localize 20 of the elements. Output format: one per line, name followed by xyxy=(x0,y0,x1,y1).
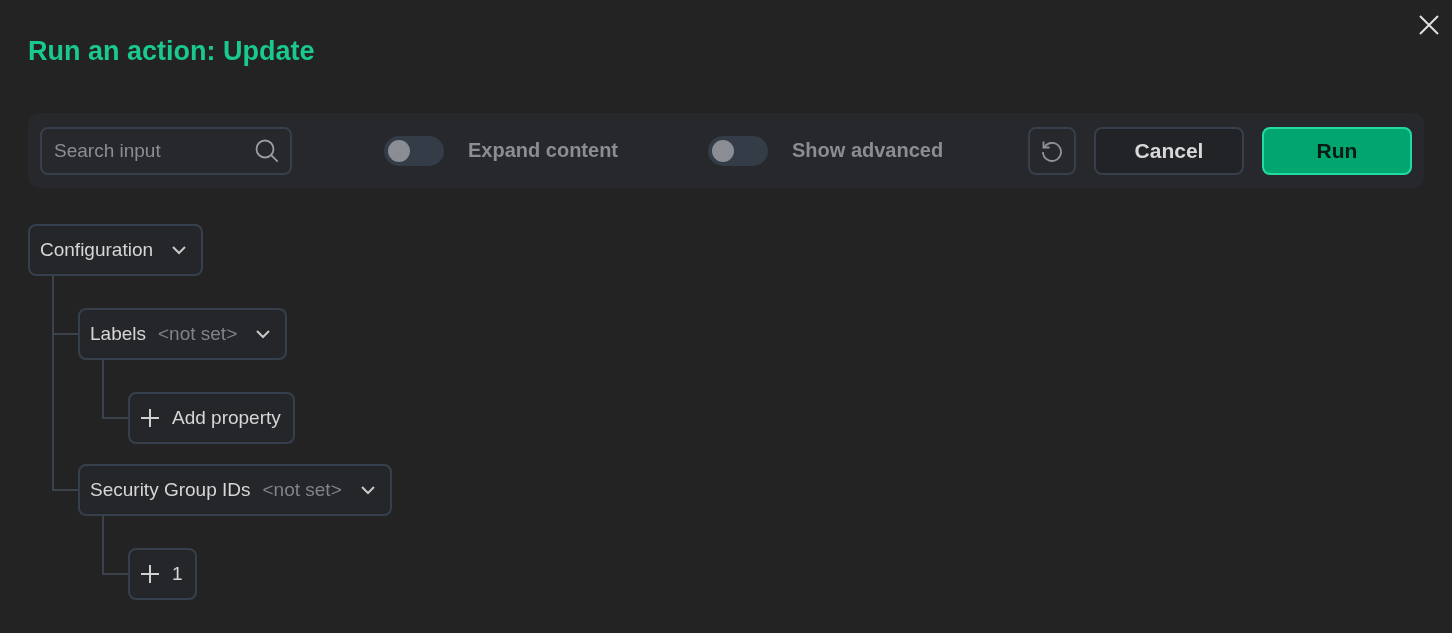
cancel-button[interactable]: Cancel xyxy=(1094,126,1244,175)
tree-node[interactable]: Labels <not set> xyxy=(78,308,288,360)
add-button[interactable]: Add property xyxy=(128,392,295,444)
toggle-switch[interactable] xyxy=(384,135,444,166)
reset-button[interactable] xyxy=(1028,126,1076,175)
node-value: <not set> xyxy=(262,479,342,501)
plus-icon xyxy=(140,408,160,428)
dialog-title: Run an action: Update xyxy=(28,36,315,67)
toggle-label: Expand content xyxy=(468,139,618,162)
node-value: <not set> xyxy=(158,323,238,345)
run-button[interactable]: Run xyxy=(1262,126,1412,175)
toggle-label: Show advanced xyxy=(792,139,944,162)
toggle-switch[interactable] xyxy=(708,135,768,166)
plus-icon xyxy=(140,564,160,584)
tree-node[interactable]: Configuration xyxy=(28,224,204,276)
search-icon xyxy=(254,137,280,164)
tree-node[interactable]: Security Group IDs <not set> xyxy=(78,464,392,516)
close-icon[interactable] xyxy=(1418,14,1440,36)
search-field[interactable]: Search input xyxy=(40,126,292,175)
add-button[interactable]: 1 xyxy=(128,548,197,600)
